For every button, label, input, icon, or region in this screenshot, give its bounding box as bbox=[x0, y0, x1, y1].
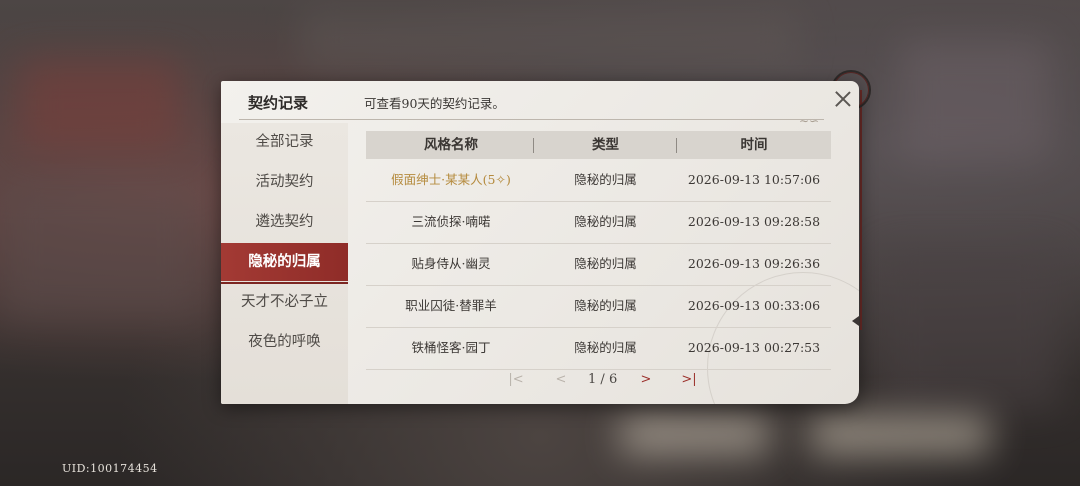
table-header: 风格名称 类型 时间 bbox=[366, 131, 831, 159]
first-page-icon[interactable]: |< bbox=[506, 370, 526, 390]
column-header-type: 类型 bbox=[592, 137, 619, 153]
row-style-name: 贴身侍从·幽灵 bbox=[411, 256, 491, 271]
total-pages: 6 bbox=[608, 372, 618, 387]
table-row: 铁桶怪客·园丁 隐秘的归属 2026-09-13 00:27:53 bbox=[366, 327, 831, 370]
page-separator: / bbox=[600, 372, 605, 387]
last-page-icon[interactable]: >| bbox=[679, 370, 699, 390]
contract-record-dialog: 契约记录 可查看90天的契约记录。 ∼∽ 全部记录 活动契约 遴选契约 隐秘的归… bbox=[221, 81, 859, 404]
row-type: 隐秘的归属 bbox=[574, 298, 637, 313]
sidebar-item-all-records[interactable]: 全部记录 bbox=[221, 123, 348, 161]
row-type: 隐秘的归属 bbox=[574, 256, 637, 271]
sidebar-item-genius[interactable]: 天才不必子立 bbox=[221, 283, 348, 321]
row-style-name: 假面绅士·某某人(5✧) bbox=[391, 172, 511, 187]
column-header-style-name: 风格名称 bbox=[424, 137, 478, 153]
row-style-name: 三流侦探·喃喏 bbox=[411, 214, 491, 229]
row-style-name: 职业囚徒·替罪羊 bbox=[405, 298, 497, 313]
sidebar-item-selection-contract[interactable]: 遴选契约 bbox=[221, 203, 348, 241]
category-sidebar: 全部记录 活动契约 遴选契约 隐秘的归属 天才不必子立 夜色的呼唤 bbox=[221, 123, 348, 404]
panel-edge-accent bbox=[860, 90, 862, 330]
row-time: 2026-09-13 00:33:06 bbox=[687, 298, 821, 313]
row-style-name: 铁桶怪客·园丁 bbox=[411, 340, 491, 355]
sidebar-item-call-of-night[interactable]: 夜色的呼唤 bbox=[221, 323, 348, 361]
sidebar-item-event-contract[interactable]: 活动契约 bbox=[221, 163, 348, 201]
table-row: 贴身侍从·幽灵 隐秘的归属 2026-09-13 09:26:36 bbox=[366, 243, 831, 286]
uid-label: UID:100174454 bbox=[62, 462, 158, 475]
row-time: 2026-09-13 10:57:06 bbox=[687, 172, 821, 187]
flourish-icon: ∼∽ bbox=[799, 114, 820, 128]
row-time: 2026-09-13 00:27:53 bbox=[687, 340, 821, 355]
prev-page-icon[interactable]: < bbox=[551, 370, 571, 390]
table-row: 三流侦探·喃喏 隐秘的归属 2026-09-13 09:28:58 bbox=[366, 201, 831, 244]
row-type: 隐秘的归属 bbox=[574, 172, 637, 187]
close-icon[interactable] bbox=[833, 89, 853, 109]
page-indicator: 1 / 6 bbox=[588, 370, 617, 390]
next-page-icon[interactable]: > bbox=[636, 370, 656, 390]
current-page: 1 bbox=[588, 372, 597, 387]
sidebar-item-hidden-belonging[interactable]: 隐秘的归属 bbox=[221, 243, 348, 284]
row-time: 2026-09-13 09:28:58 bbox=[687, 214, 821, 229]
dialog-title: 契约记录 bbox=[248, 94, 309, 112]
table-row: 假面绅士·某某人(5✧) 隐秘的归属 2026-09-13 10:57:06 bbox=[366, 159, 831, 202]
column-header-time: 时间 bbox=[740, 137, 768, 153]
row-type: 隐秘的归属 bbox=[574, 214, 637, 229]
row-time: 2026-09-13 09:26:36 bbox=[687, 256, 821, 271]
table-row: 职业囚徒·替罪羊 隐秘的归属 2026-09-13 00:33:06 bbox=[366, 285, 831, 328]
header-divider bbox=[239, 119, 824, 120]
row-type: 隐秘的归属 bbox=[574, 340, 637, 355]
dialog-description: 可查看90天的契约记录。 bbox=[364, 96, 505, 111]
panel-side-tab-icon bbox=[852, 316, 859, 326]
